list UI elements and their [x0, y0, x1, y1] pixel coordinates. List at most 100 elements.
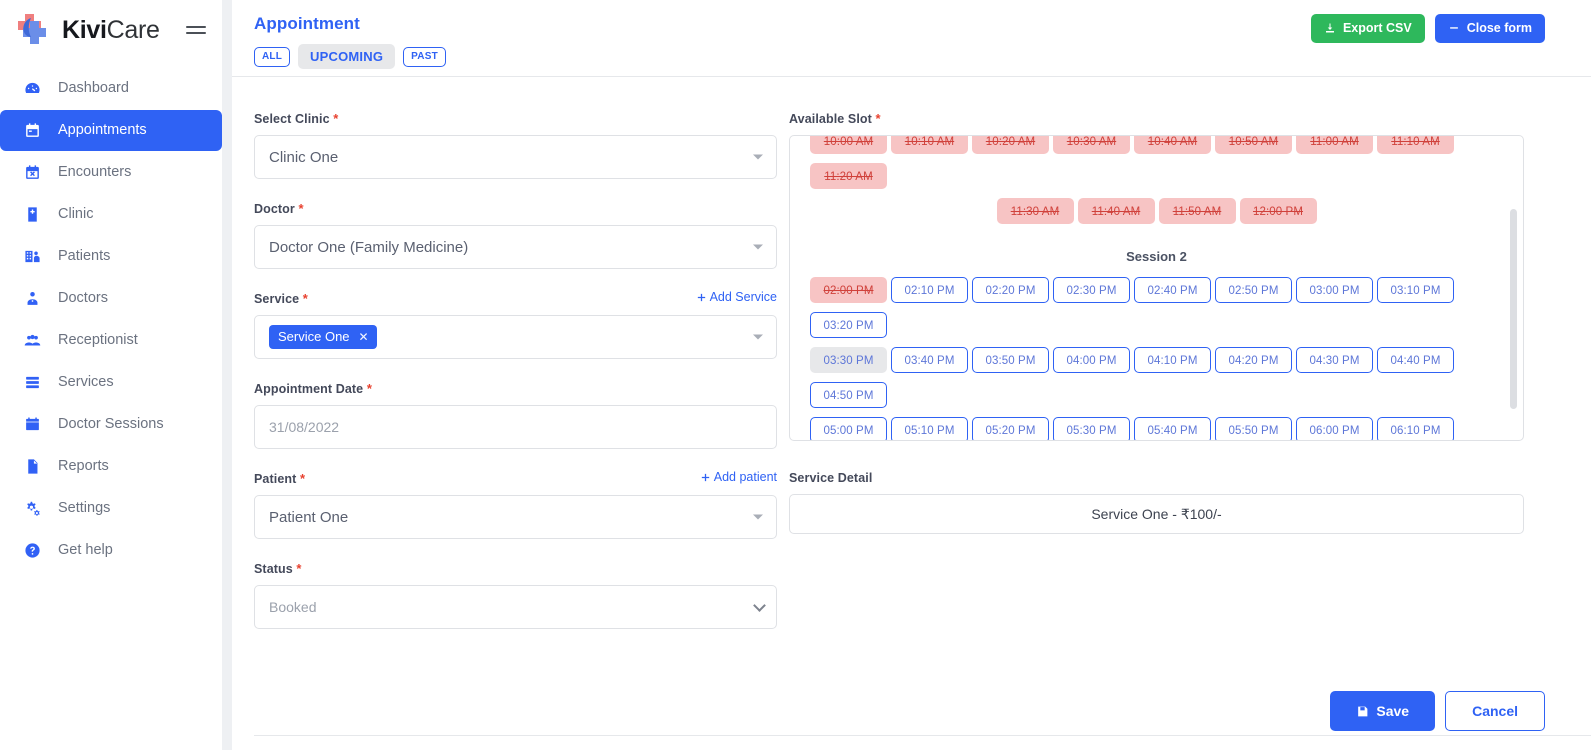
field-patient: Patient * Add patient Patient One — [254, 470, 777, 539]
slot-time: 11:20 AM — [810, 163, 887, 189]
sidebar-item-dashboard[interactable]: Dashboard — [0, 68, 222, 109]
gears-icon — [22, 499, 42, 519]
close-icon[interactable]: ✕ — [359, 331, 369, 343]
slot-time[interactable]: 02:20 PM — [972, 277, 1049, 303]
sidebar-item-label: Doctors — [58, 290, 108, 307]
add-service-link[interactable]: Add Service — [696, 290, 777, 304]
sidebar-item-encounters[interactable]: Encounters — [0, 152, 222, 193]
appointment-date-input[interactable]: 31/08/2022 — [254, 405, 777, 449]
hamburger-icon[interactable] — [186, 22, 208, 38]
filter-tab-all[interactable]: ALL — [254, 46, 291, 67]
slot-time[interactable]: 05:30 PM — [1053, 417, 1130, 440]
slot-time[interactable]: 03:10 PM — [1377, 277, 1454, 303]
slot-time[interactable]: 05:20 PM — [972, 417, 1049, 440]
app-root: KiviCare Dashboard Appointments Encounte… — [0, 0, 1591, 750]
field-doctor: Doctor * Doctor One (Family Medicine) — [254, 201, 777, 269]
session-2-row-1: 02:00 PM 02:10 PM 02:20 PM 02:30 PM 02:4… — [808, 277, 1505, 347]
slot-time[interactable]: 05:10 PM — [891, 417, 968, 440]
filter-tab-past[interactable]: PAST — [403, 46, 446, 67]
doctor-icon — [22, 289, 42, 309]
export-csv-button[interactable]: Export CSV — [1310, 14, 1425, 43]
add-patient-label: Add patient — [713, 470, 777, 484]
slot-time[interactable]: 02:10 PM — [891, 277, 968, 303]
add-service-label: Add Service — [709, 290, 777, 304]
clinic-select[interactable]: Clinic One — [254, 135, 777, 179]
slot-time[interactable]: 05:40 PM — [1134, 417, 1211, 440]
sidebar-item-get-help[interactable]: Get help — [0, 530, 222, 571]
slot-time[interactable]: 04:30 PM — [1296, 347, 1373, 373]
slot-time[interactable]: 04:20 PM — [1215, 347, 1292, 373]
cancel-label: Cancel — [1472, 703, 1518, 719]
cancel-button[interactable]: Cancel — [1445, 691, 1545, 731]
slot-time[interactable]: 06:10 PM — [1377, 417, 1454, 440]
clinic-label: Select Clinic * — [254, 111, 777, 126]
available-slot-label: Available Slot * — [789, 111, 1524, 126]
service-label-text: Service — [254, 292, 300, 306]
calendar-icon — [22, 121, 42, 141]
slot-time[interactable]: 02:40 PM — [1134, 277, 1211, 303]
slot-time[interactable]: 03:50 PM — [972, 347, 1049, 373]
slot-time[interactable]: 06:00 PM — [1296, 417, 1373, 440]
doctor-select[interactable]: Doctor One (Family Medicine) — [254, 225, 777, 269]
slot-time[interactable]: 05:00 PM — [810, 417, 887, 440]
sidebar-item-reports[interactable]: Reports — [0, 446, 222, 487]
service-tag[interactable]: Service One ✕ — [269, 325, 377, 349]
export-csv-label: Export CSV — [1342, 21, 1412, 35]
status-select[interactable]: Booked — [254, 585, 777, 629]
sidebar-item-services[interactable]: Services — [0, 362, 222, 403]
slot-time[interactable]: 04:10 PM — [1134, 347, 1211, 373]
doctor-value: Doctor One (Family Medicine) — [269, 238, 469, 256]
close-form-button[interactable]: Close form — [1434, 14, 1545, 43]
slot-time[interactable]: 04:00 PM — [1053, 347, 1130, 373]
content-card: Appointment ALL UPCOMING PAST Export CSV — [232, 0, 1591, 750]
session-2-title: Session 2 — [1126, 249, 1187, 264]
slot-time: 10:40 AM — [1134, 136, 1211, 154]
slot-time[interactable]: 03:00 PM — [1296, 277, 1373, 303]
sidebar-item-clinic[interactable]: Clinic — [0, 194, 222, 235]
patient-select[interactable]: Patient One — [254, 495, 777, 539]
sidebar-item-doctor-sessions[interactable]: Doctor Sessions — [0, 404, 222, 445]
sidebar-item-label: Settings — [58, 500, 111, 517]
sidebar-item-receptionist[interactable]: Receptionist — [0, 320, 222, 361]
page-title: Appointment — [254, 14, 360, 33]
patient-label: Patient * — [254, 471, 777, 486]
required-asterisk: * — [875, 111, 881, 126]
slot-time[interactable]: 03:40 PM — [891, 347, 968, 373]
form-right-column: Available Slot * 09:10 AM 09:20 AM — [789, 111, 1524, 556]
slot-time: 12:00 PM — [1239, 198, 1317, 224]
slot-time[interactable]: 03:20 PM — [810, 312, 887, 338]
help-circle-icon — [22, 541, 42, 561]
sidebar-item-appointments[interactable]: Appointments — [0, 110, 222, 151]
slot-time: 11:40 AM — [1077, 198, 1155, 224]
minus-icon — [1448, 22, 1460, 34]
chevron-down-icon — [753, 514, 763, 520]
service-tag-label: Service One — [278, 329, 350, 344]
slot-time[interactable]: 05:50 PM — [1215, 417, 1292, 440]
topbar: Appointment ALL UPCOMING PAST Export CSV — [232, 0, 1591, 77]
plus-icon — [700, 472, 711, 483]
sidebar-item-settings[interactable]: Settings — [0, 488, 222, 529]
sidebar-item-patients[interactable]: Patients — [0, 236, 222, 277]
doctor-label-text: Doctor — [254, 202, 295, 216]
save-label: Save — [1376, 703, 1410, 719]
slot-time[interactable]: 02:30 PM — [1053, 277, 1130, 303]
download-icon — [1324, 22, 1336, 34]
slot-time[interactable]: 04:40 PM — [1377, 347, 1454, 373]
slot-time: 10:30 AM — [1053, 136, 1130, 154]
sidebar-item-doctors[interactable]: Doctors — [0, 278, 222, 319]
calendar-solid-icon — [22, 415, 42, 435]
session-2-row-2: 03:30 PM 03:40 PM 03:50 PM 04:00 PM 04:1… — [808, 347, 1505, 417]
available-slot-label-text: Available Slot — [789, 112, 872, 126]
slot-scrollbar-track[interactable] — [1510, 139, 1520, 437]
slot-scrollbar-thumb[interactable] — [1510, 209, 1517, 409]
required-asterisk: * — [296, 561, 302, 576]
slot-time[interactable]: 04:50 PM — [810, 382, 887, 408]
add-patient-link[interactable]: Add patient — [700, 470, 777, 484]
kivicare-logo-icon — [14, 10, 54, 50]
save-button[interactable]: Save — [1330, 691, 1436, 731]
slot-scroll-area[interactable]: 09:10 AM 09:20 AM 09:30 AM 09:40 AM 09:5… — [790, 136, 1523, 440]
slot-time[interactable]: 02:50 PM — [1215, 277, 1292, 303]
filter-tab-upcoming[interactable]: UPCOMING — [298, 44, 396, 69]
service-multiselect[interactable]: Service One ✕ — [254, 315, 777, 359]
slot-time-selected[interactable]: 03:30 PM — [810, 347, 887, 373]
